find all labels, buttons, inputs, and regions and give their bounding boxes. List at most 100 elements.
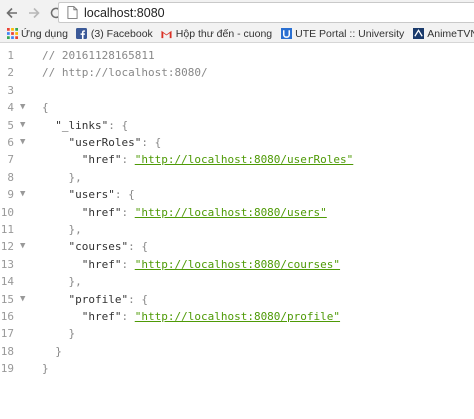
fold-toggle-icon[interactable]: ▼ bbox=[20, 99, 25, 116]
line-number: 13 bbox=[0, 257, 14, 271]
json-viewer: 1 // 20161128165811 2 // http://localhost:8… bbox=[0, 45, 474, 419]
code-text: // 20161128165811 bbox=[42, 47, 155, 64]
code-token: : { bbox=[114, 188, 135, 202]
code-token: }, bbox=[42, 223, 82, 236]
code-token: : { bbox=[141, 136, 162, 149]
browser-toolbar: localhost:8080 bbox=[0, 0, 474, 25]
line-number: 19 bbox=[0, 362, 14, 376]
code-token: "profile" bbox=[42, 292, 129, 306]
code-comment: // 20161128165811 bbox=[42, 49, 155, 62]
code-text: } bbox=[42, 360, 49, 377]
code-token: } bbox=[42, 344, 62, 358]
href-link[interactable]: "http://localhost:8080/users" bbox=[135, 206, 327, 219]
code-token: "users" bbox=[42, 188, 115, 202]
code-line: 12 ▼ "courses": { bbox=[0, 238, 474, 255]
url-text: localhost:8080 bbox=[84, 5, 165, 20]
forward-button[interactable] bbox=[24, 3, 44, 23]
code-text: "courses": { bbox=[42, 238, 148, 255]
code-line: 19} bbox=[0, 360, 474, 377]
code-token: "href" bbox=[42, 310, 122, 323]
bookmark-label: AnimeTVN - Anime V bbox=[427, 27, 474, 40]
code-token: : bbox=[121, 257, 135, 271]
code-line: 13 "href": "http://localhost:8080/course… bbox=[0, 256, 474, 273]
line-number: 3 bbox=[7, 83, 14, 97]
code-text: } bbox=[42, 325, 75, 342]
fold-toggle-icon[interactable]: ▼ bbox=[20, 134, 25, 151]
href-link[interactable]: "http://localhost:8080/profile" bbox=[135, 310, 340, 323]
code-token: }, bbox=[42, 275, 82, 289]
fold-toggle-icon[interactable]: ▼ bbox=[20, 291, 25, 308]
bookmark-animetvn[interactable]: AnimeTVN - Anime V bbox=[412, 28, 474, 40]
bookmark-label: (3) Facebook bbox=[90, 27, 153, 40]
code-line: 1 // 20161128165811 bbox=[0, 47, 474, 64]
code-comment: // http://localhost:8080/ bbox=[42, 66, 208, 80]
line-number: 5 bbox=[7, 118, 14, 132]
code-text: // http://localhost:8080/ bbox=[42, 64, 208, 81]
back-button[interactable] bbox=[2, 3, 22, 23]
code-token: : { bbox=[128, 292, 148, 306]
code-line: 6 ▼ "userRoles": { bbox=[0, 134, 474, 151]
line-number: 10 bbox=[0, 205, 14, 219]
code-text: "users": { bbox=[42, 186, 135, 203]
code-line: 14 }, bbox=[0, 273, 474, 290]
line-number: 18 bbox=[0, 344, 14, 358]
ute-portal-icon bbox=[280, 28, 292, 40]
line-number: 16 bbox=[0, 310, 14, 323]
bookmark-facebook[interactable]: (3) Facebook bbox=[76, 28, 153, 40]
code-token: "courses" bbox=[42, 240, 129, 254]
code-text: "profile": { bbox=[42, 291, 148, 308]
code-token: "_links" bbox=[42, 118, 109, 132]
code-token: "userRoles" bbox=[42, 136, 142, 149]
fold-toggle-icon[interactable]: ▼ bbox=[20, 238, 25, 255]
line-number: 6 bbox=[7, 136, 14, 149]
apps-grid-icon bbox=[6, 28, 18, 40]
line-number: 2 bbox=[7, 66, 14, 80]
code-token: "href" bbox=[42, 153, 122, 167]
code-line: 2 // http://localhost:8080/ bbox=[0, 64, 474, 81]
line-number: 1 bbox=[7, 49, 14, 62]
code-text: }, bbox=[42, 221, 82, 238]
bookmark-gmail[interactable]: Hộp thư đến - cuong bbox=[161, 28, 272, 40]
line-number: 17 bbox=[0, 327, 14, 341]
href-link[interactable]: "http://localhost:8080/userRoles" bbox=[135, 153, 354, 166]
facebook-icon bbox=[76, 28, 88, 40]
code-token: : bbox=[121, 153, 135, 167]
code-line: 15 ▼ "profile": { bbox=[0, 291, 474, 308]
code-token: : { bbox=[128, 240, 148, 254]
bookmark-label: Hộp thư đến - cuong bbox=[175, 27, 273, 40]
line-number: 14 bbox=[0, 275, 14, 289]
fold-toggle-icon[interactable]: ▼ bbox=[20, 117, 25, 134]
bookmark-ute-portal[interactable]: UTE Portal :: University bbox=[280, 28, 404, 40]
page-info-icon[interactable] bbox=[64, 5, 80, 21]
code-token: : bbox=[121, 205, 135, 219]
code-line: 5 ▼ "_links": { bbox=[0, 117, 474, 134]
code-text: "_links": { bbox=[42, 117, 128, 134]
code-text: { bbox=[42, 99, 49, 116]
code-line: 9 ▼ "users": { bbox=[0, 186, 474, 203]
code-line: 4 ▼ { bbox=[0, 99, 474, 116]
code-token: : bbox=[121, 310, 135, 323]
line-number: 12 bbox=[0, 240, 14, 254]
bookmark-label: UTE Portal :: University bbox=[295, 27, 405, 40]
code-line: 10 "href": "http://localhost:8080/users" bbox=[0, 204, 474, 221]
fold-toggle-icon[interactable]: ▼ bbox=[20, 186, 25, 203]
code-line: 17 } bbox=[0, 325, 474, 342]
code-line: 16 "href": "http://localhost:8080/profil… bbox=[0, 308, 474, 325]
href-link[interactable]: "http://localhost:8080/courses" bbox=[135, 258, 340, 271]
gmail-icon bbox=[161, 28, 173, 40]
code-token: }, bbox=[42, 170, 82, 184]
code-token: { bbox=[42, 101, 49, 115]
bookmark-label: Ứng dụng bbox=[21, 27, 68, 40]
code-text: "userRoles": { bbox=[42, 134, 161, 151]
code-line: 18 } bbox=[0, 343, 474, 360]
code-token: } bbox=[42, 327, 76, 341]
code-text: "href": "http://localhost:8080/profile" bbox=[42, 308, 340, 325]
forward-arrow-icon bbox=[29, 7, 40, 18]
bookmark-apps[interactable]: Ứng dụng bbox=[6, 28, 68, 40]
address-bar[interactable]: localhost:8080 bbox=[58, 2, 474, 23]
code-line: 11 }, bbox=[0, 221, 474, 238]
code-token: } bbox=[42, 362, 49, 376]
code-token: "href" bbox=[42, 257, 122, 271]
line-number: 4 bbox=[7, 101, 14, 115]
code-token: : { bbox=[108, 118, 129, 132]
